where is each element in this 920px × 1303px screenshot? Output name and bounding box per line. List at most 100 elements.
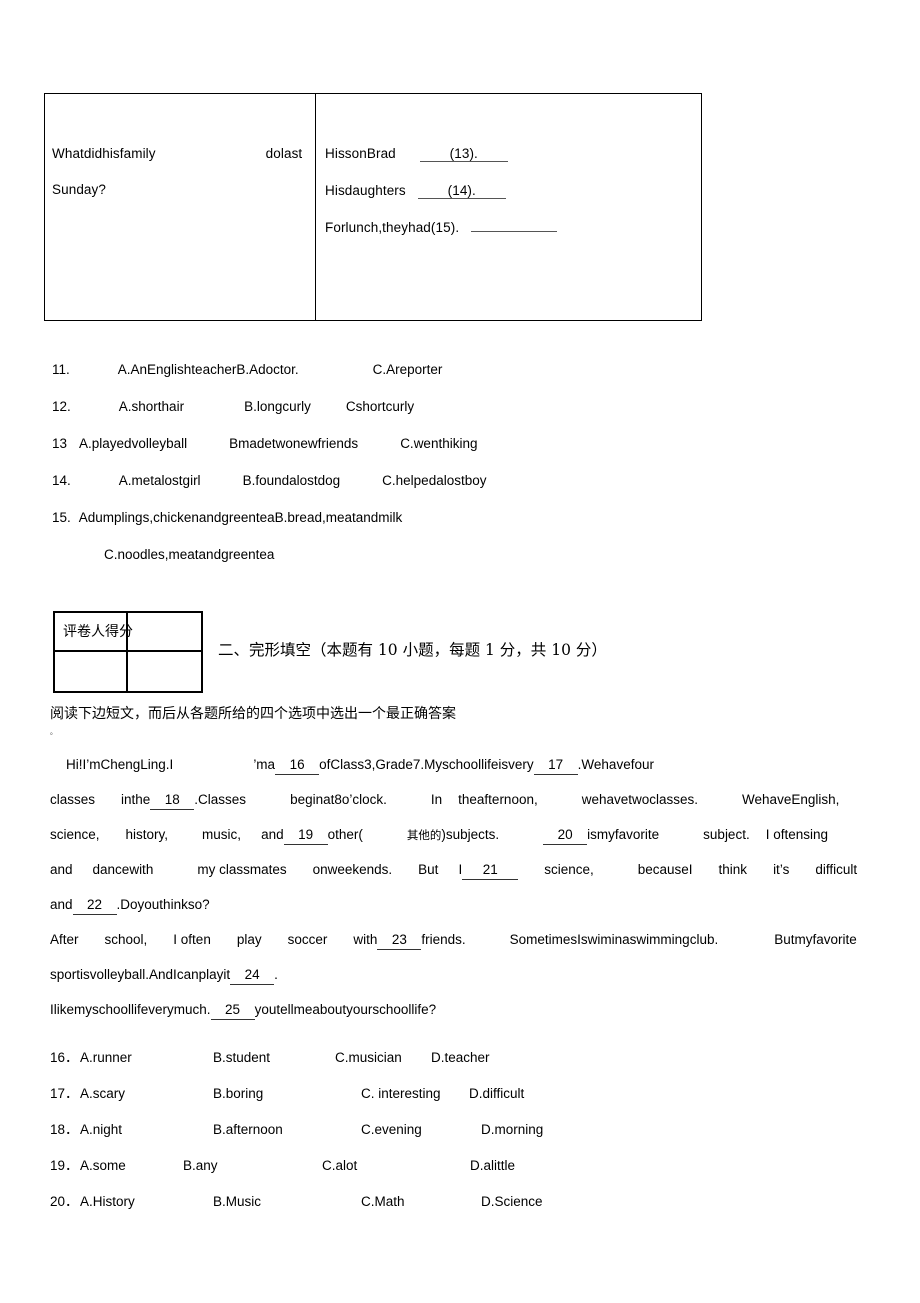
passage-text: history, (125, 827, 169, 842)
passage-text: and (50, 897, 73, 912)
choice-19-c[interactable]: C.alot (322, 1158, 470, 1173)
table-cell-question: Whatdidhisfamily dolast Sunday? (45, 94, 316, 320)
cloze-blank-21[interactable]: 21 (462, 861, 519, 880)
choice-17-a[interactable]: A.scary (80, 1086, 213, 1101)
passage-chinese-gloss: 其他的 (406, 828, 442, 842)
passage-text: .Doyouthinkso? (116, 897, 210, 912)
choice-15-a[interactable]: Adumplings,chickenandgreentea (79, 510, 275, 525)
question-text-part2: dolast (265, 146, 303, 161)
cloze-blank-16[interactable]: 16 (275, 756, 320, 775)
choice-row-19: 19．A.some B.any C.alot D.alittle (50, 1154, 810, 1190)
choice-20-b[interactable]: B.Music (213, 1194, 361, 1209)
choice-15-b[interactable]: B.bread,meatandmilk (275, 510, 403, 525)
passage-text: it’s (773, 862, 790, 877)
passage-text: ofClass3,Grade7.Myschoollifeisvery (319, 757, 534, 772)
section-instruction: 阅读下边短文，而后从各题所给的四个选项中选出一个最正确答案 (50, 706, 456, 722)
choice-14-c[interactable]: C.helpedalostboy (382, 473, 486, 488)
passage-text: .Wehavefour (577, 757, 654, 772)
choice-13-b[interactable]: Bmadetwonewfriends (229, 436, 358, 451)
passage-text: becauseI (637, 862, 693, 877)
passage-text: In (430, 792, 443, 807)
choice-number-18: 18． (50, 1122, 79, 1137)
cloze-blank-18[interactable]: 18 (150, 791, 195, 810)
choice-11-c[interactable]: C.Areporter (373, 362, 443, 377)
passage-text: science, (50, 827, 100, 842)
choice-20-a[interactable]: A.History (80, 1194, 213, 1209)
choice-14-a[interactable]: A.metalostgirl (119, 473, 201, 488)
choice-12-a[interactable]: A.shorthair (119, 399, 184, 414)
choice-number-14: 14. (52, 473, 71, 488)
choice-20-c[interactable]: C.Math (361, 1194, 481, 1209)
question-text-part1: Whatdidhisfamily (52, 146, 156, 161)
choice-16-c[interactable]: C.musician (335, 1050, 431, 1065)
passage-text: and (50, 862, 73, 877)
cloze-blank-25[interactable]: 25 (210, 1001, 255, 1020)
choice-number-16: 16． (50, 1050, 79, 1065)
passage-text: and (261, 827, 284, 842)
answer-label-15: Forlunch,theyhad(15). (325, 220, 460, 235)
choice-19-d[interactable]: D.alittle (470, 1158, 515, 1173)
cloze-blank-23[interactable]: 23 (377, 931, 422, 950)
passage-line-2: classes inthe 18 .Classes beginat8o’clock. In… (50, 791, 900, 826)
choice-12-c[interactable]: Cshortcurly (346, 399, 414, 414)
cloze-blank-24[interactable]: 24 (230, 966, 275, 985)
passage-text: ismyfavorite (587, 827, 660, 842)
choice-17-d[interactable]: D.difficult (469, 1086, 524, 1101)
passage-line-8: Ilikemyschoollifeverymuch. 25 youtellmeabo… (50, 1001, 900, 1036)
passage-text: science, (544, 862, 594, 877)
choice-row-20: 20．A.History B.Music C.Math D.Science (50, 1190, 810, 1226)
choice-16-b[interactable]: B.student (213, 1050, 335, 1065)
answer-row-15: Forlunch,theyhad(15). (325, 220, 558, 235)
passage-text: school, (104, 932, 148, 947)
choice-18-c[interactable]: C.evening (361, 1122, 481, 1137)
passage-line-3: science, history, music, and 19 other(其他的)sub… (50, 826, 900, 861)
answer-blank-14[interactable]: (14). (417, 183, 506, 199)
passage-text: theafternoon, (458, 792, 538, 807)
passage-text: think (718, 862, 748, 877)
passage-text: sportisvolleyball.AndIcanplayit (50, 967, 231, 982)
choice-17-c[interactable]: C. interesting (361, 1086, 469, 1101)
passage-text: )subjects. (441, 827, 500, 842)
cloze-blank-19[interactable]: 19 (283, 826, 328, 845)
question-text-part3: Sunday? (52, 182, 106, 197)
cloze-blank-17[interactable]: 17 (533, 756, 578, 775)
choice-number-20: 20． (50, 1194, 79, 1209)
passage-text: wehavetwoclasses. (581, 792, 699, 807)
passage-text: Butmyfavorite (774, 932, 857, 947)
question-line-2: Sunday? (52, 182, 106, 197)
choice-row-15: 15. Adumplings,chickenandgreenteaB.bread,… (52, 510, 812, 547)
choice-19-a[interactable]: A.some (80, 1158, 183, 1173)
cloze-blank-20[interactable]: 20 (543, 826, 588, 845)
answer-row-14: Hisdaughters (14). (325, 183, 506, 199)
passage-text: WehaveEnglish, (742, 792, 840, 807)
exam-page: Whatdidhisfamily dolast Sunday? HissonBra… (0, 0, 920, 1303)
choice-16-a[interactable]: A.runner (80, 1050, 213, 1065)
choice-13-a[interactable]: A.playedvolleyball (79, 436, 187, 451)
cloze-blank-22[interactable]: 22 (72, 896, 117, 915)
passage-text: soccer (287, 932, 328, 947)
choice-19-b[interactable]: B.any (183, 1158, 322, 1173)
answer-blank-13[interactable]: (13). (419, 146, 508, 162)
choice-14-b[interactable]: B.foundalostdog (243, 473, 341, 488)
choice-11-a[interactable]: A.AnEnglishteacher (118, 362, 237, 377)
choice-18-d[interactable]: D.morning (481, 1122, 543, 1137)
choice-17-b[interactable]: B.boring (213, 1086, 361, 1101)
choice-row-18: 18．A.night B.afternoon C.evening D.morning (50, 1118, 810, 1154)
choice-row-15-cont: C.noodles,meatandgreentea (52, 547, 812, 584)
passage-line-4: and dancewith my classmates onweekends. But I… (50, 861, 900, 896)
answer-blank-15[interactable] (471, 231, 558, 232)
score-box: 评卷人得分 (53, 611, 203, 693)
choice-12-b[interactable]: B.longcurly (244, 399, 311, 414)
choice-number-11: 11. (52, 362, 70, 377)
passage-text: play (236, 932, 262, 947)
choice-16-d[interactable]: D.teacher (431, 1050, 490, 1065)
choice-15-c[interactable]: C.noodles,meatandgreentea (104, 547, 274, 562)
choice-13-c[interactable]: C.wenthiking (400, 436, 477, 451)
choice-18-b[interactable]: B.afternoon (213, 1122, 361, 1137)
choice-number-13: 13 (52, 436, 68, 451)
choice-row-12: 12. A.shorthair B.longcurly Cshortcurly (52, 399, 812, 436)
choice-11-b[interactable]: B.Adoctor. (236, 362, 298, 377)
passage-text: beginat8o’clock. (290, 792, 387, 807)
choice-18-a[interactable]: A.night (80, 1122, 213, 1137)
choice-20-d[interactable]: D.Science (481, 1194, 543, 1209)
